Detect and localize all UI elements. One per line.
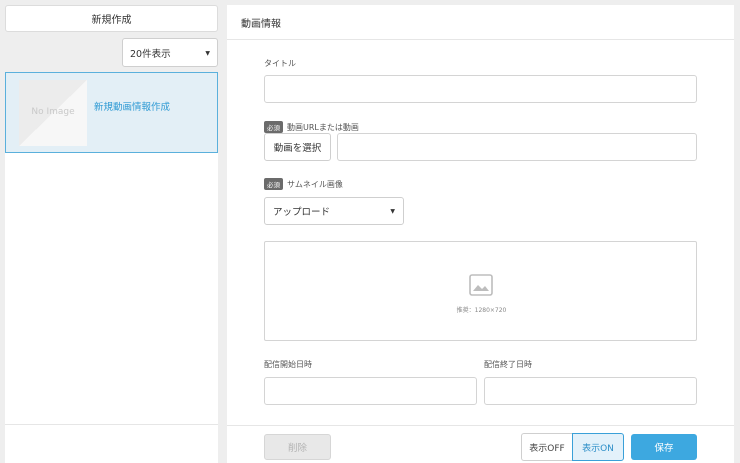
end-datetime-input[interactable] <box>484 377 697 405</box>
per-page-label: 20件表示 <box>130 48 171 60</box>
panel-title: 動画情報 <box>227 5 734 40</box>
video-field-label: 必須 動画URLまたは動画 <box>264 121 359 133</box>
sidebar: 新規作成 20件表示 ▼ No Image 新規動画情報作成 <box>5 5 218 463</box>
visibility-toggle: 表示OFF 表示ON <box>521 433 624 461</box>
list-item-title: 新規動画情報作成 <box>94 102 171 113</box>
display-on-button[interactable]: 表示ON <box>572 433 624 461</box>
end-datetime-label: 配信終了日時 <box>484 360 532 369</box>
image-drop-area[interactable]: 推奨：1280×720 <box>264 241 697 341</box>
upload-select-value: アップロード <box>273 207 331 218</box>
per-page-select[interactable]: 20件表示 ▼ <box>122 38 218 67</box>
list-item[interactable]: No Image 新規動画情報作成 <box>5 72 218 153</box>
thumbnail: No Image <box>19 80 87 146</box>
new-create-button[interactable]: 新規作成 <box>5 5 218 32</box>
required-badge: 必須 <box>264 121 283 133</box>
upload-select[interactable]: アップロード ▼ <box>264 197 404 225</box>
video-info-panel: 動画情報 タイトル 必須 動画URLまたは動画 動画を選択 必須 サムネイル画像… <box>227 5 734 463</box>
list-divider <box>5 424 218 425</box>
caret-down-icon: ▼ <box>205 50 210 57</box>
required-badge: 必須 <box>264 178 283 190</box>
title-input[interactable] <box>264 75 697 103</box>
save-button[interactable]: 保存 <box>631 434 697 460</box>
video-label-text: 動画URLまたは動画 <box>287 122 359 132</box>
display-off-button[interactable]: 表示OFF <box>521 433 572 461</box>
video-url-input[interactable] <box>337 133 697 161</box>
title-field-label: タイトル <box>264 59 296 68</box>
start-datetime-label: 配信開始日時 <box>264 360 312 369</box>
delete-button[interactable]: 削除 <box>264 434 331 460</box>
video-list: No Image 新規動画情報作成 <box>5 72 218 463</box>
thumbnail-field-label: 必須 サムネイル画像 <box>264 178 343 190</box>
no-image-text: No Image <box>31 107 75 117</box>
recommended-size-text: 推奨：1280×720 <box>456 307 507 314</box>
start-datetime-input[interactable] <box>264 377 477 405</box>
thumbnail-label-text: サムネイル画像 <box>287 179 343 189</box>
panel-footer: 削除 表示OFF 表示ON 保存 <box>227 425 734 463</box>
image-placeholder-icon <box>469 274 493 296</box>
select-video-button[interactable]: 動画を選択 <box>264 133 331 161</box>
caret-down-icon: ▼ <box>390 208 395 215</box>
